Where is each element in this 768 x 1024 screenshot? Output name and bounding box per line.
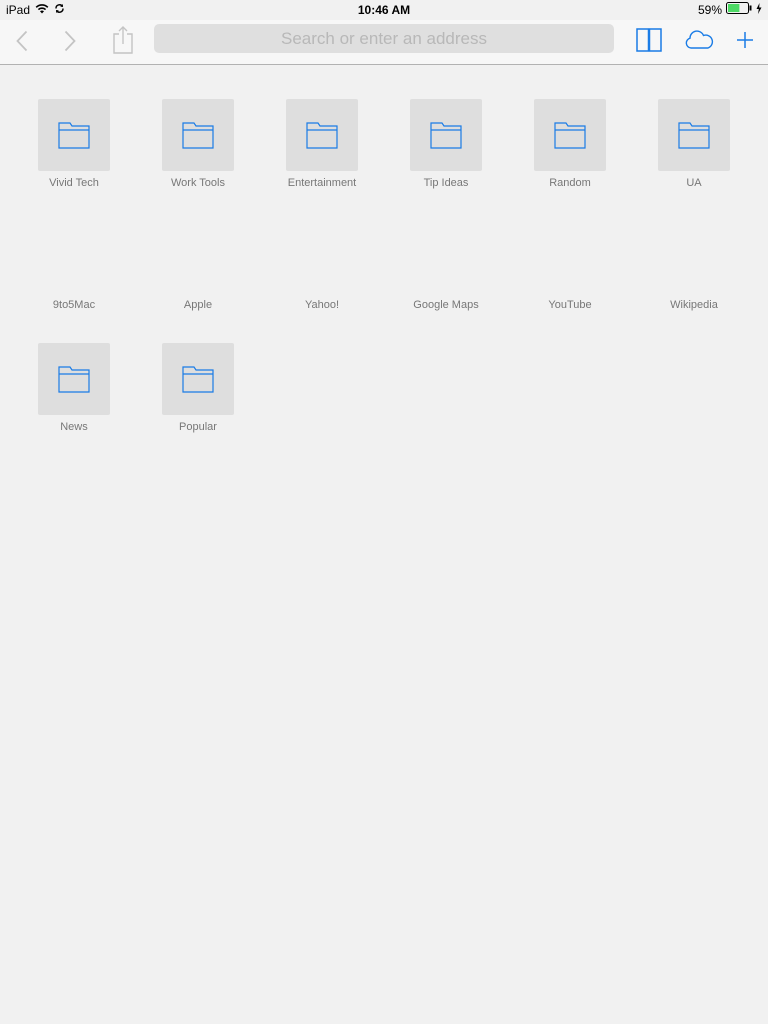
- bookmarks-button[interactable]: [634, 25, 664, 55]
- folder-icon: [678, 122, 710, 149]
- chevron-left-icon: [16, 30, 28, 52]
- share-button[interactable]: [108, 24, 138, 56]
- share-icon: [113, 26, 133, 54]
- favorite-site[interactable]: 9to5Mac: [12, 221, 136, 311]
- favorite-label: Wikipedia: [670, 299, 718, 311]
- favorite-folder[interactable]: Popular: [136, 343, 260, 433]
- site-tile[interactable]: [658, 221, 730, 293]
- favorite-site[interactable]: YouTube: [508, 221, 632, 311]
- favorite-label: Entertainment: [287, 177, 357, 189]
- favorite-label: 9to5Mac: [52, 299, 96, 311]
- favorite-label: Popular: [179, 421, 217, 433]
- folder-icon: [554, 122, 586, 149]
- favorite-folder[interactable]: Entertainment: [260, 99, 384, 189]
- battery-percentage: 59%: [697, 3, 722, 17]
- favorite-label: Work Tools: [170, 177, 225, 189]
- site-tile[interactable]: [286, 221, 358, 293]
- chevron-right-icon: [64, 30, 76, 52]
- folder-tile[interactable]: [38, 343, 110, 415]
- favorite-site[interactable]: Apple: [136, 221, 260, 311]
- folder-icon: [58, 122, 90, 149]
- folder-tile[interactable]: [162, 343, 234, 415]
- folder-icon: [58, 366, 90, 393]
- favorite-folder[interactable]: Random: [508, 99, 632, 189]
- folder-tile[interactable]: [658, 99, 730, 171]
- folder-icon: [306, 122, 338, 149]
- favorite-label: Yahoo!: [304, 299, 340, 311]
- browser-toolbar: [0, 20, 768, 65]
- favorite-label: Apple: [183, 299, 213, 311]
- icloud-tabs-button[interactable]: [682, 27, 716, 53]
- favorite-folder[interactable]: UA: [632, 99, 756, 189]
- favorite-folder[interactable]: Vivid Tech: [12, 99, 136, 189]
- site-tile[interactable]: [38, 221, 110, 293]
- site-tile[interactable]: [162, 221, 234, 293]
- favorite-label: Tip Ideas: [423, 177, 469, 189]
- folder-tile[interactable]: [286, 99, 358, 171]
- favorite-site[interactable]: Wikipedia: [632, 221, 756, 311]
- folder-tile[interactable]: [162, 99, 234, 171]
- favorite-folder[interactable]: News: [12, 343, 136, 433]
- address-bar[interactable]: [154, 24, 614, 53]
- cloud-icon: [685, 30, 714, 49]
- folder-icon: [182, 366, 214, 393]
- favorite-site[interactable]: Yahoo!: [260, 221, 384, 311]
- book-icon: [636, 28, 662, 52]
- forward-button[interactable]: [56, 27, 84, 55]
- charging-icon: [756, 0, 762, 20]
- battery-icon: [726, 0, 752, 20]
- favorite-label: Random: [549, 177, 591, 189]
- folder-icon: [182, 122, 214, 149]
- favorites-grid: Vivid Tech Work Tools Entertainment Tip Ide…: [0, 65, 768, 1024]
- favorite-label: UA: [686, 177, 702, 189]
- status-time: 10:46 AM: [357, 3, 411, 17]
- favorite-folder[interactable]: Work Tools: [136, 99, 260, 189]
- status-bar: iPad 10:46 AM 59%: [0, 0, 768, 20]
- favorite-folder[interactable]: Tip Ideas: [384, 99, 508, 189]
- folder-tile[interactable]: [534, 99, 606, 171]
- folder-tile[interactable]: [38, 99, 110, 171]
- site-tile[interactable]: [410, 221, 482, 293]
- favorite-label: News: [60, 421, 88, 433]
- favorite-label: Google Maps: [413, 299, 479, 311]
- favorite-site[interactable]: Google Maps: [384, 221, 508, 311]
- plus-icon: [737, 32, 753, 48]
- new-tab-button[interactable]: [732, 27, 758, 53]
- back-button[interactable]: [8, 27, 36, 55]
- folder-icon: [430, 122, 462, 149]
- site-tile[interactable]: [534, 221, 606, 293]
- favorite-label: Vivid Tech: [49, 177, 99, 189]
- status-right: 59%: [698, 0, 762, 20]
- favorite-label: YouTube: [548, 299, 592, 311]
- folder-tile[interactable]: [410, 99, 482, 171]
